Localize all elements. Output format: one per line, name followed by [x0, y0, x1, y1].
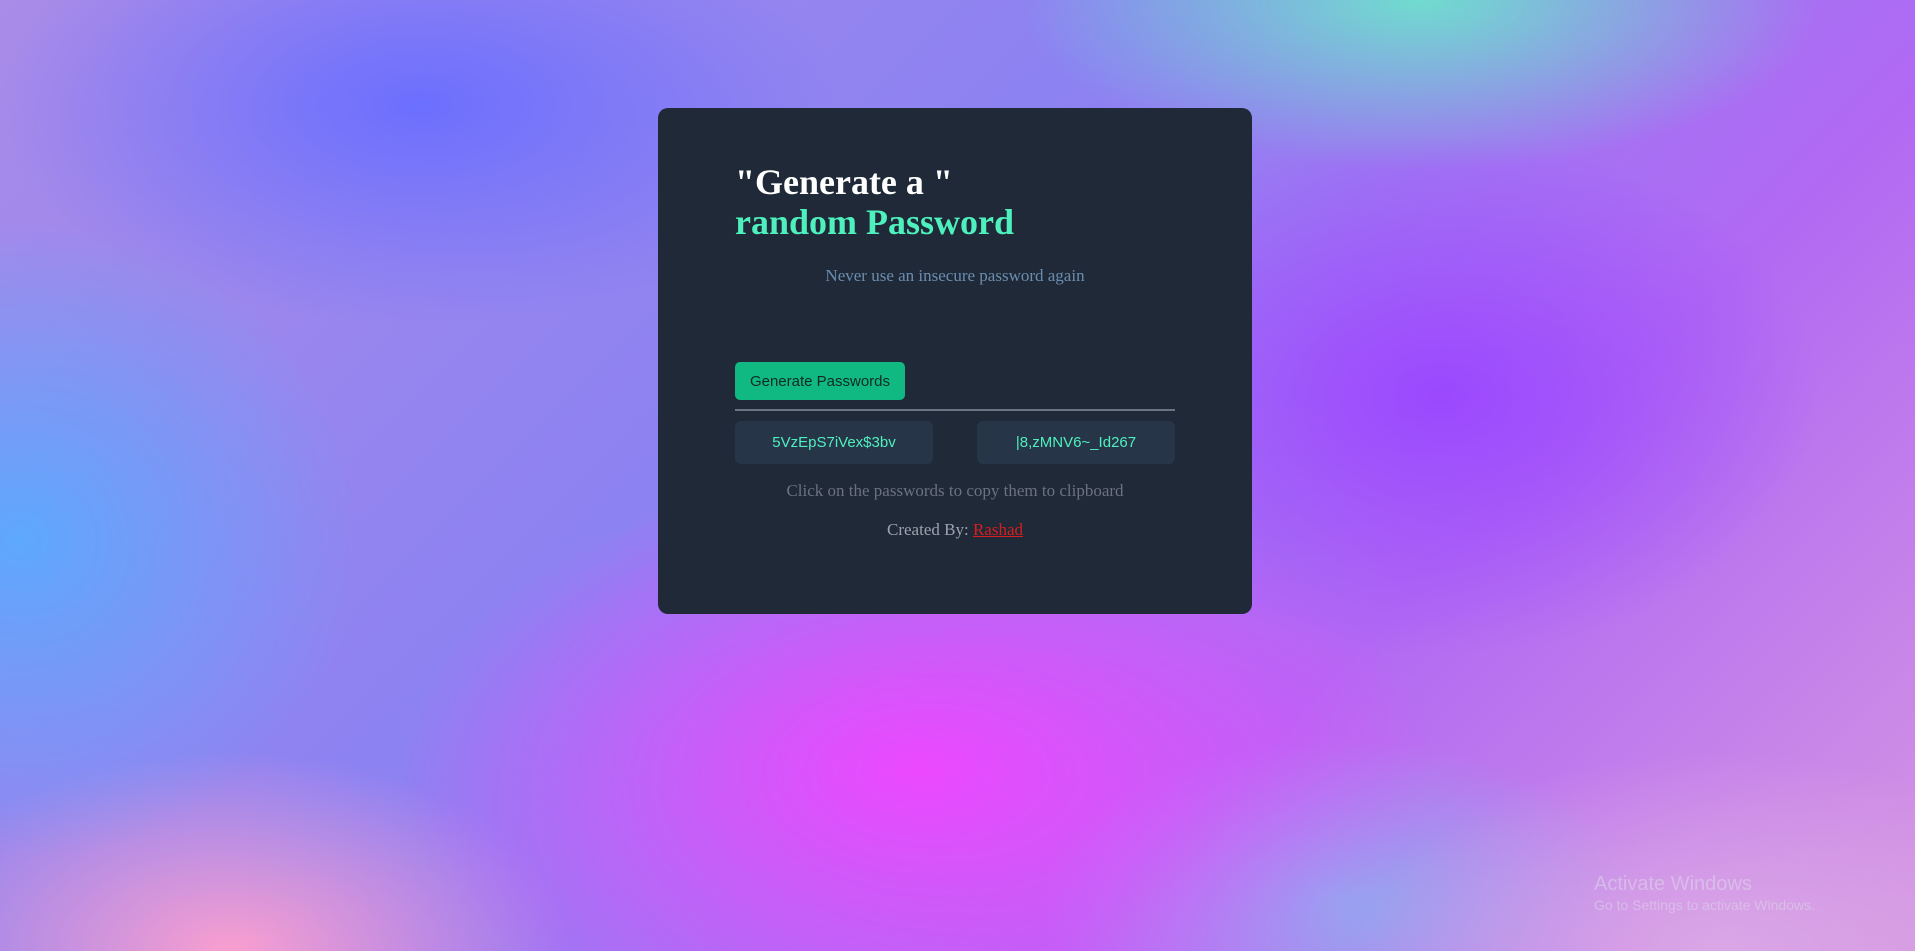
author-link[interactable]: Rashad: [973, 520, 1023, 539]
password-output-1[interactable]: 5VzEpS7iVex$3bv: [735, 421, 933, 464]
credit-prefix: Created By:: [887, 520, 969, 539]
watermark-title: Activate Windows: [1594, 873, 1752, 895]
divider: [735, 409, 1175, 411]
activate-windows-watermark: Activate Windows Go to Settings to activ…: [1594, 872, 1815, 914]
password-generator-card: "Generate a " random Password Never use …: [658, 108, 1252, 614]
title-line-1: "Generate a ": [735, 162, 953, 202]
page-title: "Generate a " random Password: [735, 162, 1014, 242]
generate-passwords-button[interactable]: Generate Passwords: [735, 362, 905, 400]
password-output-2[interactable]: |8,zMNV6~_Id267: [977, 421, 1175, 464]
watermark-subtitle: Go to Settings to activate Windows.: [1594, 897, 1815, 913]
copy-hint: Click on the passwords to copy them to c…: [786, 481, 1124, 500]
title-line-2: random Password: [735, 202, 1015, 242]
subtitle: Never use an insecure password again: [825, 266, 1085, 285]
credit-line: Created By: Rashad: [735, 520, 1175, 540]
